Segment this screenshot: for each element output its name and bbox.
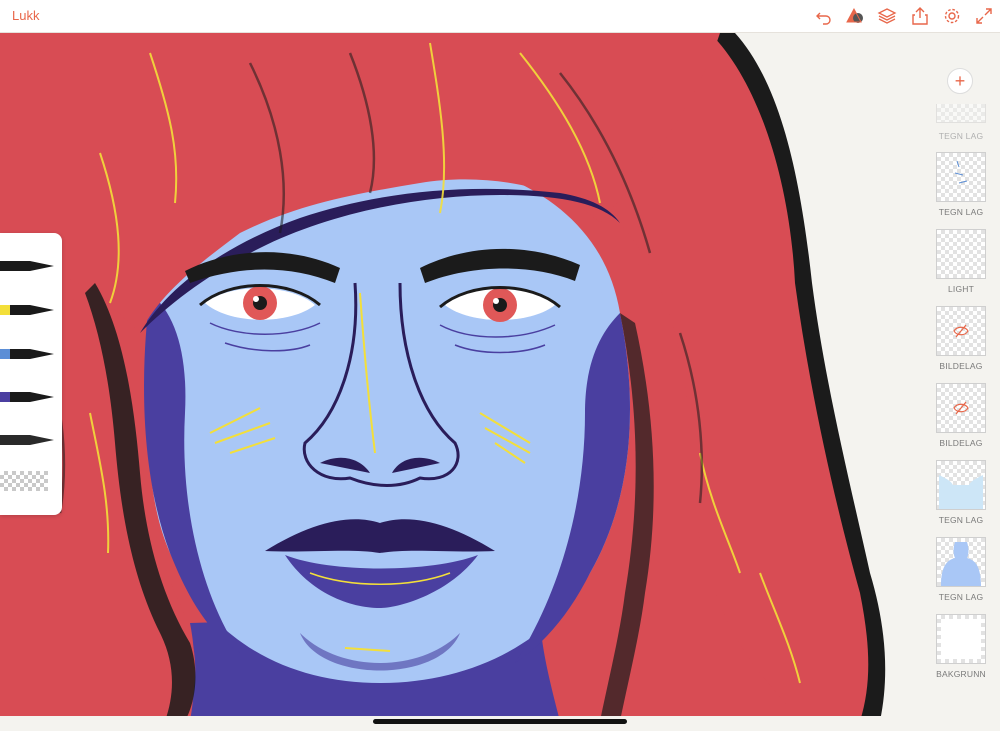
settings-gear-icon[interactable] <box>942 6 962 26</box>
layer-thumbnail <box>936 229 986 279</box>
layers-stack-icon[interactable] <box>877 6 897 26</box>
brush-panel <box>0 233 62 515</box>
shape-tools-icon[interactable] <box>845 6 865 26</box>
layer-label: LIGHT <box>947 284 975 294</box>
layer-thumbnail <box>936 537 986 587</box>
share-icon[interactable] <box>910 6 930 26</box>
layer-thumbnail <box>936 614 986 664</box>
layer-thumbnail <box>936 460 986 510</box>
layer-label: BILDELAG <box>939 438 983 448</box>
layer-label: TEGN LAG <box>938 207 984 217</box>
brush-black[interactable] <box>0 255 56 277</box>
layer-item[interactable]: TEGN LAG <box>936 152 986 217</box>
drawing-canvas[interactable] <box>0 33 1000 721</box>
undo-icon[interactable] <box>814 6 834 26</box>
layer-item[interactable]: TEGN LAG <box>936 537 986 602</box>
top-toolbar: Lukk <box>0 0 1000 33</box>
brush-blue[interactable] <box>0 343 56 365</box>
close-button[interactable]: Lukk <box>12 8 39 23</box>
portrait-artwork <box>0 33 886 721</box>
opacity-swatch[interactable] <box>0 471 48 491</box>
layer-item[interactable]: BILDELAG <box>936 306 986 371</box>
hidden-eye-icon[interactable] <box>953 323 969 344</box>
layer-label: BAKGRUNN <box>936 669 986 679</box>
fullscreen-icon[interactable] <box>974 6 994 26</box>
layer-thumbnail <box>936 104 986 123</box>
hidden-eye-icon[interactable] <box>953 400 969 421</box>
layer-label: TEGN LAG <box>938 515 984 525</box>
brush-purple[interactable] <box>0 386 56 408</box>
layer-item[interactable]: LIGHT <box>936 229 986 294</box>
layer-item[interactable]: BILDELAG <box>936 383 986 448</box>
layer-thumbnail <box>936 152 986 202</box>
layer-thumbnail <box>936 383 986 433</box>
layer-label: BILDELAG <box>939 361 983 371</box>
layer-thumbnail <box>936 306 986 356</box>
layer-label: TEGN LAG <box>938 131 984 141</box>
brush-dark[interactable] <box>0 429 56 451</box>
layer-item[interactable]: BAKGRUNN <box>936 614 986 679</box>
layer-item[interactable]: TEGN LAG <box>936 460 986 525</box>
add-layer-button[interactable]: + <box>947 68 973 94</box>
home-indicator[interactable] <box>373 719 627 724</box>
brush-yellow[interactable] <box>0 299 56 321</box>
layer-item[interactable]: TEGN LAG <box>936 104 986 141</box>
layer-label: TEGN LAG <box>938 592 984 602</box>
